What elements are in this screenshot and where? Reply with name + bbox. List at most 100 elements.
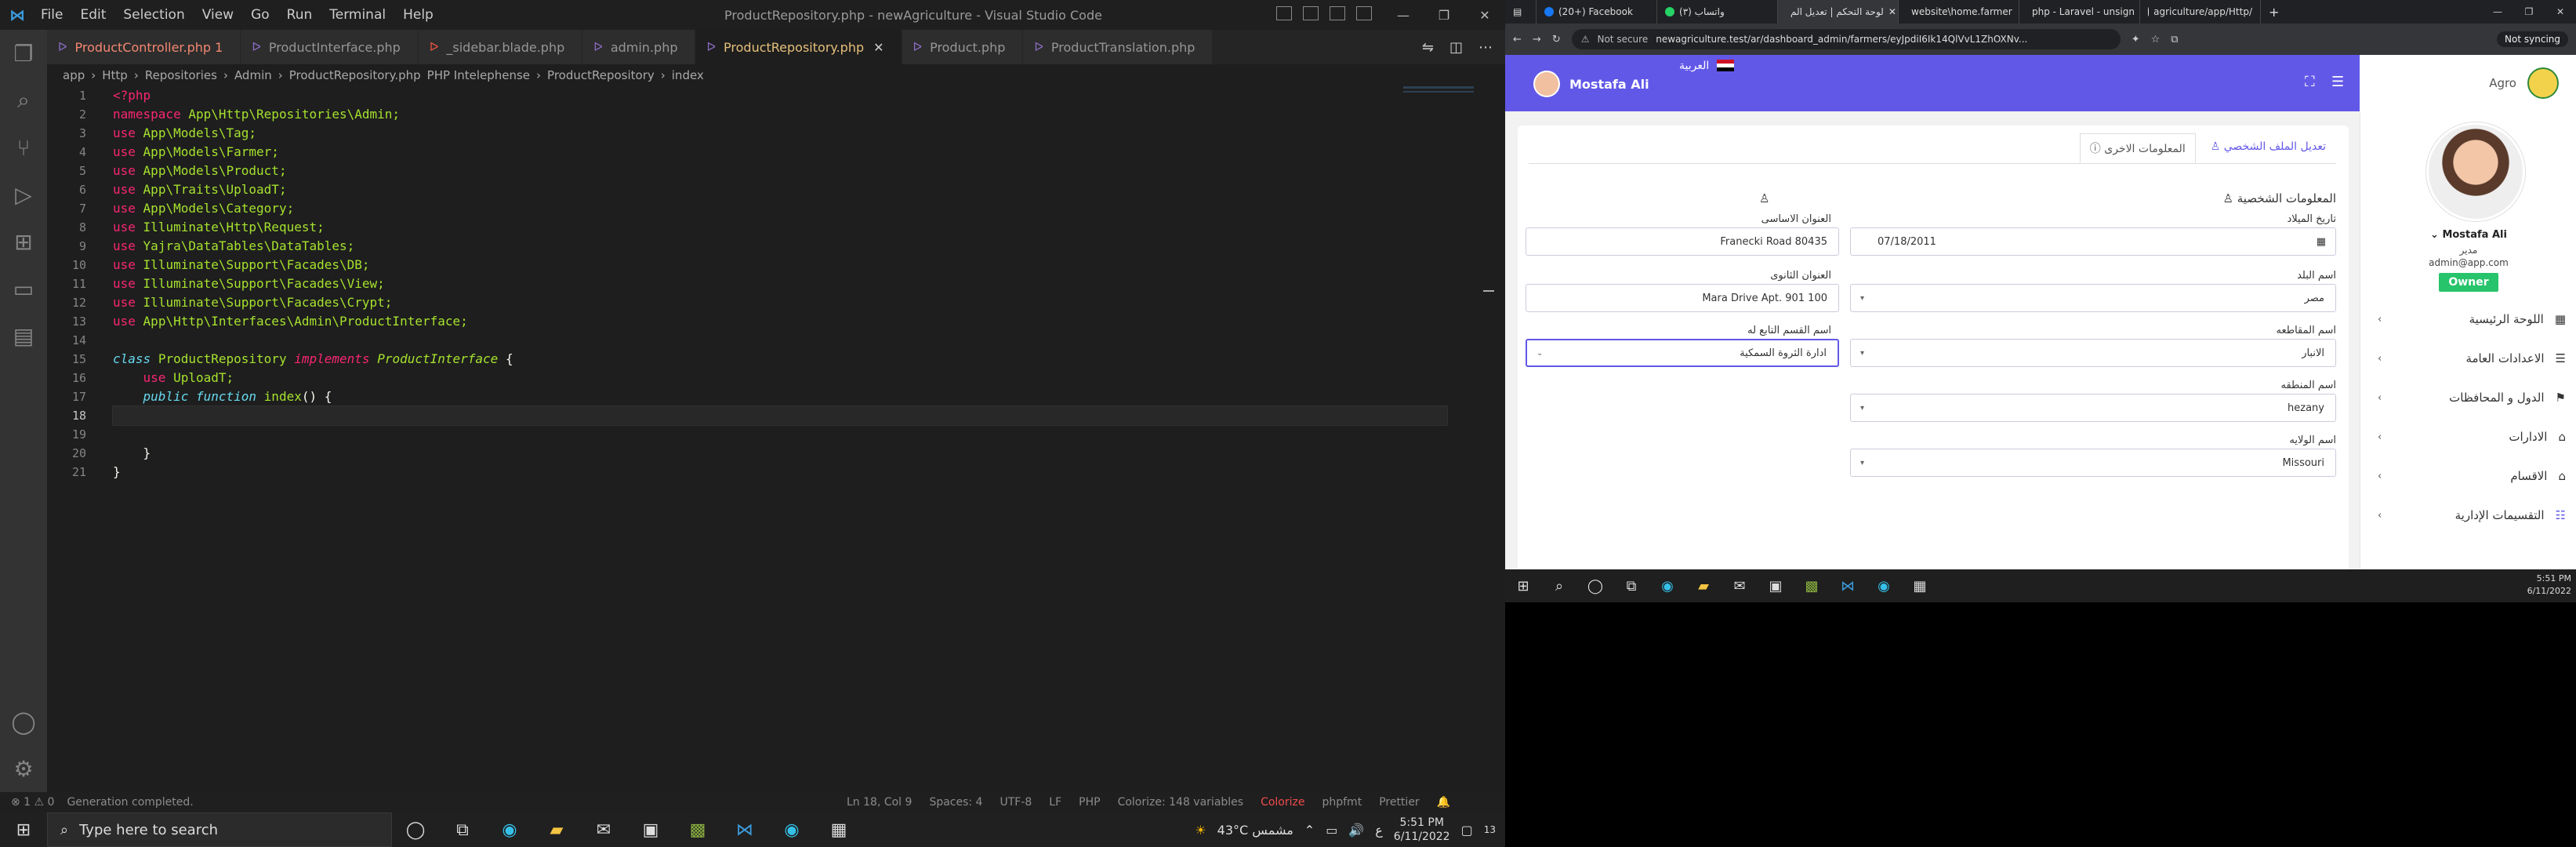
mail-icon[interactable]: ✉	[580, 812, 627, 847]
network-icon[interactable]: ▭	[1326, 823, 1337, 838]
extensions-icon[interactable]: ⊞	[0, 218, 47, 265]
source-control-icon[interactable]: ⑂	[0, 124, 47, 171]
crumb-class[interactable]: ProductRepository	[547, 68, 655, 82]
browser-tab-dashboard[interactable]: لوحة التحكم | تعديل الم ✕	[1778, 0, 1899, 24]
windows-start-icon[interactable]: ⊞	[1505, 569, 1541, 602]
split-editor-icon[interactable]: ◫	[1449, 39, 1463, 56]
customize-layout-icon[interactable]	[1356, 6, 1372, 20]
crumb-method[interactable]: index	[672, 68, 704, 82]
restore-icon[interactable]: ❐	[2513, 0, 2545, 24]
task-view-icon[interactable]: ⧉	[1613, 569, 1649, 602]
file-explorer-icon[interactable]: ▰	[1685, 569, 1722, 602]
addr1-input[interactable]: Franecki Road 80435	[1526, 227, 1839, 256]
new-tab-icon[interactable]: +	[2261, 5, 2287, 20]
media-icon[interactable]: ▦	[1902, 569, 1938, 602]
windows-start-icon[interactable]: ⊞	[0, 812, 47, 847]
brand-logo-icon[interactable]	[2527, 67, 2559, 99]
browser-taskbar-icon[interactable]: ◉	[768, 812, 815, 847]
calendar-icon[interactable]: ▦	[2317, 236, 2326, 248]
search-icon[interactable]: ⌕	[1541, 569, 1577, 602]
browser-tab-whatsapp[interactable]: (٣) واتساب	[1657, 0, 1778, 24]
region-select[interactable]: ▾ hezany	[1850, 394, 2336, 422]
addr2-input[interactable]: Mara Drive Apt. 901 100	[1526, 284, 1839, 312]
account-icon[interactable]: ◯	[0, 698, 47, 745]
close-icon[interactable]: ✕	[1464, 8, 1505, 23]
crumb-admin[interactable]: Admin	[234, 68, 272, 82]
sidebar-item-admin-divisions[interactable]: ‹ التقسيمات الإدارية ☷	[2360, 496, 2576, 535]
back-icon[interactable]: ←	[1513, 34, 1522, 45]
code-editor[interactable]: 1 2 3 4 5 6 7 8 9 10 11 12 13 14 15 16 1…	[47, 86, 1505, 792]
tab-actions-icon[interactable]: ▤	[1513, 6, 1522, 17]
compare-icon[interactable]: ⇋	[1422, 39, 1434, 56]
volume-icon[interactable]: 🔊	[1348, 823, 1364, 838]
prettier-status[interactable]: Prettier	[1379, 796, 1420, 809]
minimize-icon[interactable]: —	[2482, 0, 2513, 24]
forward-icon[interactable]: →	[1533, 34, 1541, 45]
terminal-icon[interactable]: ▣	[627, 812, 674, 847]
more-actions-icon[interactable]: ⋯	[1478, 39, 1493, 56]
menu-file[interactable]: File	[41, 7, 63, 23]
tab-productcontroller[interactable]: ᐅ ProductController.php 1	[47, 30, 241, 64]
sidebar-item-countries[interactable]: ‹ الدول و المحافظات ⚑	[2360, 378, 2576, 417]
toggle-panel-icon[interactable]	[1303, 6, 1319, 20]
scrollbar[interactable]	[1483, 290, 1494, 292]
file-explorer-icon[interactable]: ▰	[533, 812, 580, 847]
keyboard-language[interactable]: ع	[1375, 823, 1383, 838]
vscode-taskbar-icon[interactable]: ⋈	[1830, 569, 1866, 602]
chevron-up-icon[interactable]: ⌃	[1304, 823, 1315, 838]
app-icon[interactable]: ▩	[1794, 569, 1830, 602]
tab-productinterface[interactable]: ᐅ ProductInterface.php	[241, 30, 419, 64]
favorites-icon[interactable]: ☆	[2151, 34, 2161, 45]
restore-icon[interactable]: ❐	[1424, 8, 1464, 23]
cortana-icon[interactable]: ◯	[392, 812, 439, 847]
menu-run[interactable]: Run	[287, 7, 313, 23]
app-icon[interactable]: ▩	[674, 812, 721, 847]
secondary-clock[interactable]: 5:51 PM 6/11/2022	[2527, 573, 2571, 598]
minimap[interactable]	[1403, 86, 1474, 118]
weather-text[interactable]: 43°C مشمس	[1217, 823, 1293, 838]
outline-icon[interactable]: ▤	[0, 312, 47, 359]
end-of-line[interactable]: LF	[1049, 796, 1061, 809]
sidebar-item-home[interactable]: ‹ اللوحة الرئيسية ▦	[2360, 300, 2576, 339]
browser-tab-github[interactable]: agriculture/app/Http/	[2140, 0, 2261, 24]
explorer-icon[interactable]: ❐	[0, 30, 47, 77]
toggle-sidebar-icon[interactable]	[1276, 6, 1292, 20]
tab-sidebar-blade[interactable]: ᐅ _sidebar.blade.php	[418, 30, 583, 64]
tab-admin[interactable]: ᐅ admin.php	[582, 30, 696, 64]
sidebar-item-departments[interactable]: ‹ الادارات ⌂	[2360, 417, 2576, 456]
colorize-toggle[interactable]: Colorize	[1261, 796, 1304, 809]
minimize-icon[interactable]: —	[1383, 8, 1424, 23]
taskbar-search[interactable]: ⌕ Type here to search	[47, 812, 392, 847]
fullscreen-icon[interactable]: ⛶	[2305, 74, 2315, 90]
menu-view[interactable]: View	[202, 7, 234, 23]
problems-indicator[interactable]: ⊗ 1 ⚠ 0	[11, 796, 54, 809]
notifications-bell-icon[interactable]: 🔔	[1437, 796, 1450, 809]
reload-icon[interactable]: ↻	[1552, 34, 1561, 45]
collections-icon[interactable]: ⧉	[2171, 34, 2178, 45]
menu-selection[interactable]: Selection	[123, 7, 184, 23]
tab-producttranslation[interactable]: ᐅ ProductTranslation.php	[1023, 30, 1214, 64]
sidebar-item-sections[interactable]: ‹ الاقسام ⌂	[2360, 456, 2576, 496]
section-select[interactable]: ⌄ ادارة الثروة السمكية	[1526, 339, 1839, 367]
settings-gear-icon[interactable]: ⚙	[0, 745, 47, 792]
cursor-position[interactable]: Ln 18, Col 9	[847, 796, 912, 809]
terminal-icon[interactable]: ▣	[1758, 569, 1794, 602]
sync-button[interactable]: Not syncing	[2497, 31, 2568, 47]
menu-go[interactable]: Go	[251, 7, 270, 23]
code-lines[interactable]: <?php namespace App\Http\Repositories\Ad…	[112, 86, 1448, 482]
egypt-flag-icon[interactable]	[1717, 60, 1734, 71]
crumb-language[interactable]: PHP Intelephense	[427, 68, 530, 82]
task-view-icon[interactable]: ⧉	[439, 812, 486, 847]
sidebar-item-settings[interactable]: ‹ الاعدادات العامة ☰	[2360, 339, 2576, 378]
menu-edit[interactable]: Edit	[80, 7, 106, 23]
language-mode[interactable]: PHP	[1079, 796, 1100, 809]
cortana-icon[interactable]: ◯	[1577, 569, 1613, 602]
tab-other-info[interactable]: ⓘ المعلومات الاخرى	[2079, 133, 2196, 163]
tab-close-icon[interactable]: ✕	[873, 40, 883, 55]
encoding[interactable]: UTF-8	[1000, 796, 1032, 809]
tab-edit-profile[interactable]: ♙ تعديل الملف الشخصي	[2200, 133, 2336, 163]
notification-center-icon[interactable]: ▢	[1461, 823, 1473, 838]
taskbar-clock[interactable]: 5:51 PM 6/11/2022	[1394, 816, 1450, 844]
vscode-taskbar-icon[interactable]: ⋈	[721, 812, 768, 847]
edge-icon[interactable]: ◉	[1649, 569, 1685, 602]
